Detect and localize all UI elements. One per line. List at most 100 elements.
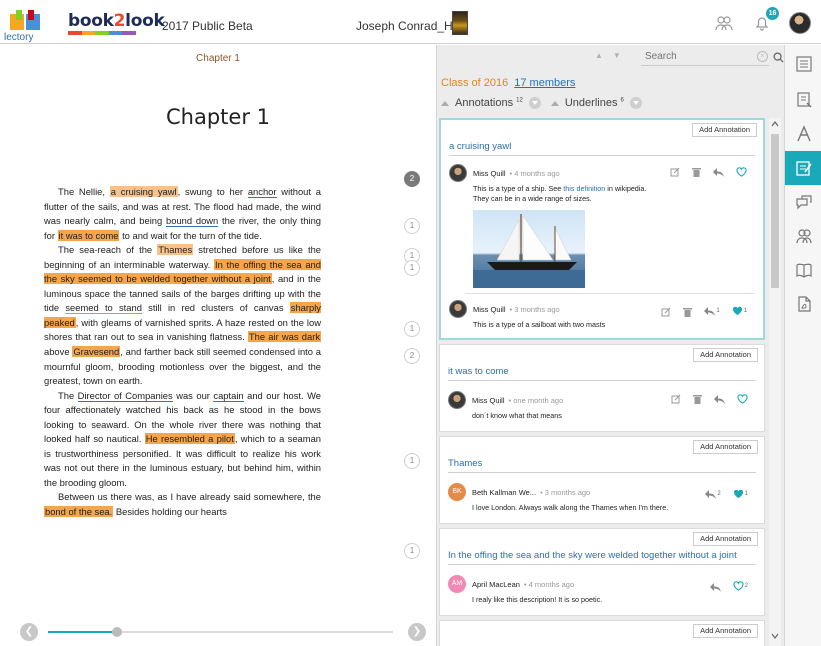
annotation-card[interactable]: Add Annotation In the offing the sea and… bbox=[439, 528, 765, 616]
edit-icon[interactable] bbox=[661, 307, 671, 317]
notifications-bell-icon[interactable]: 16 bbox=[751, 7, 779, 34]
scroll-up-icon[interactable] bbox=[771, 121, 779, 127]
book2look-logo[interactable]: book2look bbox=[68, 11, 165, 35]
members-icon[interactable] bbox=[785, 219, 821, 253]
progress-handle[interactable] bbox=[112, 627, 122, 637]
underline[interactable]: seemed to stand bbox=[65, 302, 142, 315]
underline[interactable]: anchor bbox=[247, 186, 277, 198]
annotation-quote[interactable]: In the offing the sea and the sky were w… bbox=[448, 550, 737, 561]
add-annotation-button[interactable]: Add Annotation bbox=[693, 440, 758, 454]
highlight[interactable]: bond of the sea. bbox=[44, 506, 114, 518]
highlight[interactable]: Thames bbox=[157, 244, 194, 256]
like-action[interactable]: 2 bbox=[733, 578, 748, 596]
edit-icon[interactable] bbox=[671, 394, 681, 404]
edit-icon[interactable] bbox=[670, 167, 680, 177]
reply-icon[interactable] bbox=[714, 394, 725, 404]
reply-action[interactable]: 2 bbox=[705, 486, 721, 504]
next-page-button[interactable]: ❯ bbox=[408, 623, 426, 641]
highlight[interactable]: a cruising yawl bbox=[109, 186, 178, 197]
underline[interactable]: Director of Companies bbox=[77, 389, 173, 402]
delete-icon[interactable] bbox=[692, 167, 701, 177]
underlines-dropdown-icon[interactable] bbox=[629, 97, 642, 109]
annotations-filter[interactable]: Annotations 12 bbox=[455, 97, 523, 109]
wikipedia-link[interactable]: this definition bbox=[563, 184, 605, 193]
delete-icon[interactable] bbox=[693, 394, 702, 404]
annotation-quote[interactable]: Thames bbox=[448, 458, 482, 469]
add-annotation-button[interactable]: Add Annotation bbox=[693, 624, 758, 638]
clear-search-icon[interactable]: × bbox=[757, 51, 768, 62]
annotate-icon[interactable] bbox=[785, 151, 821, 185]
search-input[interactable] bbox=[641, 48, 769, 66]
like-heart-filled-icon[interactable] bbox=[733, 489, 744, 499]
like-heart-icon[interactable] bbox=[733, 581, 744, 591]
add-annotation-button[interactable]: Add Annotation bbox=[693, 348, 758, 362]
search-icon[interactable] bbox=[773, 50, 784, 68]
like-heart-icon[interactable] bbox=[737, 394, 748, 404]
like-action[interactable]: 1 bbox=[732, 303, 747, 321]
book-title[interactable]: Joseph Conrad_H... bbox=[356, 19, 463, 33]
book-cover-thumbnail[interactable] bbox=[452, 11, 468, 35]
annotation-card[interactable]: Add Annotation bbox=[439, 620, 765, 646]
author-name[interactable]: Miss Quill bbox=[472, 396, 505, 405]
underlines-filter[interactable]: Underlines 6 bbox=[565, 97, 624, 109]
discussion-icon[interactable] bbox=[785, 185, 821, 219]
collapse-annotations-icon[interactable] bbox=[441, 100, 449, 106]
annotation-marker[interactable]: 2 bbox=[404, 171, 420, 187]
annotation-marker[interactable]: 1 bbox=[404, 321, 420, 337]
groups-icon[interactable] bbox=[713, 12, 735, 34]
next-result-arrow-icon[interactable]: ▼ bbox=[613, 51, 621, 60]
collapse-underlines-icon[interactable] bbox=[550, 100, 559, 106]
author-name[interactable]: Miss Quill bbox=[473, 305, 506, 314]
panel-scrollbar[interactable] bbox=[769, 118, 781, 646]
book-text[interactable]: The Nellie, a cruising yawl, swung to he… bbox=[44, 185, 322, 520]
like-action[interactable]: 1 bbox=[733, 486, 748, 504]
highlight[interactable]: The air was dark bbox=[247, 331, 322, 343]
highlight[interactable]: Gravesend bbox=[72, 346, 121, 358]
underline[interactable]: captain bbox=[213, 389, 244, 402]
page-scrubber[interactable]: ❮ ❯ bbox=[20, 623, 430, 641]
reply-icon[interactable] bbox=[704, 307, 716, 316]
user-avatar[interactable] bbox=[789, 12, 811, 34]
avatar[interactable] bbox=[449, 164, 467, 182]
add-annotation-button[interactable]: Add Annotation bbox=[692, 123, 757, 137]
annotation-card[interactable]: Add Annotation Thames BK Beth Kallman We… bbox=[439, 436, 765, 524]
author-name[interactable]: Miss Quill bbox=[473, 169, 506, 178]
notes-icon[interactable] bbox=[785, 83, 821, 117]
sailboat-image[interactable] bbox=[473, 210, 585, 288]
author-name[interactable]: Beth Kallman We... bbox=[472, 488, 536, 497]
scroll-down-icon[interactable] bbox=[771, 633, 779, 639]
annotation-card[interactable]: Add Annotation it was to come Miss Quill… bbox=[439, 344, 765, 432]
like-heart-filled-icon[interactable] bbox=[732, 306, 743, 316]
font-size-icon[interactable] bbox=[785, 117, 821, 151]
annotation-quote[interactable]: a cruising yawl bbox=[449, 141, 511, 152]
members-link[interactable]: 17 members bbox=[514, 77, 575, 89]
highlight[interactable]: He resembled a pilot bbox=[144, 433, 235, 445]
annotation-marker[interactable]: 2 bbox=[404, 348, 420, 364]
reply-icon[interactable] bbox=[713, 167, 724, 177]
reading-icon[interactable] bbox=[785, 253, 821, 287]
annotation-marker[interactable]: 1 bbox=[404, 453, 420, 469]
author-name[interactable]: April MacLean bbox=[472, 580, 520, 589]
annotation-marker[interactable]: 1 bbox=[404, 260, 420, 276]
highlight[interactable]: it was to come bbox=[57, 229, 120, 241]
annotation-quote[interactable]: it was to come bbox=[448, 366, 509, 377]
export-pdf-icon[interactable] bbox=[785, 287, 821, 321]
like-heart-icon[interactable] bbox=[736, 167, 747, 177]
avatar[interactable]: BK bbox=[448, 483, 466, 501]
avatar[interactable] bbox=[448, 391, 466, 409]
reply-icon[interactable] bbox=[709, 582, 721, 592]
annotation-marker[interactable]: 1 bbox=[404, 218, 420, 234]
table-of-contents-icon[interactable] bbox=[785, 47, 821, 81]
previous-page-button[interactable]: ❮ bbox=[20, 623, 38, 641]
annotation-marker[interactable]: 1 bbox=[404, 543, 420, 559]
scrollbar-thumb[interactable] bbox=[771, 134, 779, 288]
avatar[interactable]: AM bbox=[448, 575, 466, 593]
avatar[interactable] bbox=[449, 300, 467, 318]
delete-icon[interactable] bbox=[683, 307, 693, 317]
annotations-dropdown-icon[interactable] bbox=[528, 97, 541, 109]
reply-icon[interactable] bbox=[705, 490, 717, 499]
underline[interactable]: bound down bbox=[166, 215, 219, 228]
previous-result-arrow-icon[interactable]: ▲ bbox=[595, 51, 603, 60]
add-annotation-button[interactable]: Add Annotation bbox=[693, 532, 758, 546]
annotation-card[interactable]: Add Annotation a cruising yawl Miss Quil… bbox=[439, 118, 765, 340]
